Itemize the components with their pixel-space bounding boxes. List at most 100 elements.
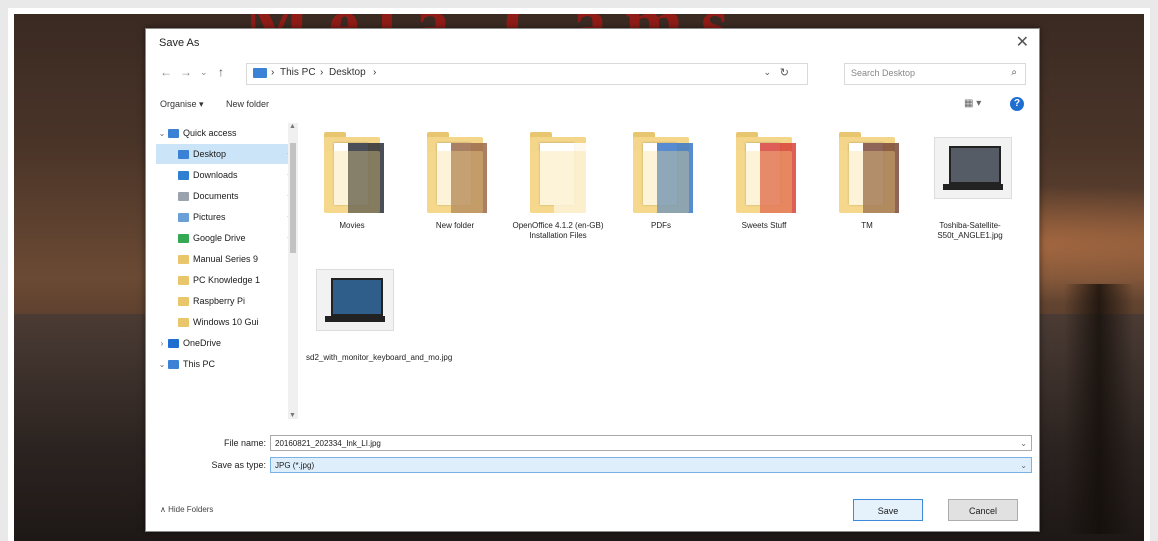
breadcrumb-separator: › — [271, 67, 275, 78]
file-item-tm[interactable]: TM — [821, 129, 913, 249]
nav-item-windows-10-gui[interactable]: Windows 10 Gui — [156, 312, 298, 332]
cancel-button[interactable]: Cancel — [948, 499, 1018, 521]
breadcrumb-separator: › — [373, 67, 377, 78]
address-bar[interactable]: › This PC › Desktop › ⌄ ↻ — [246, 63, 808, 85]
nav-item-this-pc[interactable]: ⌄ This PC — [156, 354, 288, 374]
this-pc-icon — [253, 68, 267, 78]
search-placeholder: Search Desktop — [851, 68, 916, 78]
file-item-label: OpenOffice 4.1.2 (en-GB) Installation Fi… — [512, 221, 604, 240]
file-item-new-folder[interactable]: New folder — [409, 129, 501, 249]
file-item-label: sd2_with_monitor_keyboard_and_mo.jpg — [306, 353, 453, 362]
chevron-up-icon: ∧ — [160, 505, 169, 514]
save-button[interactable]: Save — [853, 499, 923, 521]
navigation-scrollbar[interactable]: ▲ ▼ — [288, 123, 298, 419]
save-as-type-value: JPG (*.jpg) — [275, 461, 315, 470]
nav-item-label: Documents — [193, 191, 239, 201]
breadcrumb-desktop[interactable]: Desktop — [329, 67, 366, 78]
nav-item-quick-access[interactable]: ⌄ Quick access — [156, 123, 288, 143]
nav-item-label: Manual Series 9 — [193, 254, 259, 264]
file-name-value: 20160821_202334_Ink_LI.jpg — [275, 439, 381, 448]
dialog-title: Save As — [159, 37, 200, 49]
back-arrow-icon[interactable]: ← — [160, 65, 172, 79]
file-item-pdfs[interactable]: PDFs — [615, 129, 707, 249]
folder-icon — [178, 276, 189, 286]
nav-item-label: This PC — [183, 359, 216, 369]
navigation-pane: ⌄Quick accessDesktop⊸Downloads⊸Documents… — [156, 123, 298, 419]
nav-item-label: PC Knowledge 1 — [193, 275, 261, 285]
save-as-dialog: Save As ✕ ← → ⌄ ↑ › This PC › Desktop › … — [145, 28, 1040, 532]
folder-icon — [427, 132, 487, 213]
view-options-button[interactable]: ▦ ▾ — [964, 98, 981, 109]
expand-chevron-icon[interactable]: › — [156, 334, 168, 354]
nav-item-desktop[interactable]: Desktop⊸ — [156, 144, 298, 164]
forward-arrow-icon[interactable]: → — [180, 65, 192, 79]
title-bar: Save As ✕ — [146, 29, 1039, 59]
expand-chevron-icon[interactable]: ⌄ — [156, 124, 168, 144]
search-icon: ⌕ — [1011, 67, 1017, 78]
nav-item-pc-knowledge-1[interactable]: PC Knowledge 1 — [156, 270, 298, 290]
file-item-label: TM — [861, 221, 873, 230]
scroll-down-icon[interactable]: ▼ — [289, 412, 296, 419]
chevron-down-icon[interactable]: ⌄ — [1020, 458, 1027, 474]
help-icon[interactable]: ? — [1010, 97, 1024, 111]
file-item-label: Movies — [339, 221, 365, 230]
nav-item-google-drive[interactable]: Google Drive⊸ — [156, 228, 298, 248]
save-as-type-label: Save as type: — [211, 460, 266, 470]
folder-icon — [530, 132, 590, 213]
nav-item-manual-series-9[interactable]: Manual Series 9 — [156, 249, 298, 269]
file-item-label: Toshiba-Satellite-S50t_ANGLE1.jpg — [937, 221, 1003, 240]
image-thumbnail-icon — [316, 269, 394, 331]
file-item-movies[interactable]: Movies — [306, 129, 398, 249]
organise-button[interactable]: Organise ▾ — [160, 99, 204, 110]
command-bar: Organise ▾ New folder ▦ ▾ ? — [146, 93, 1039, 119]
chevron-down-icon[interactable]: ⌄ — [1020, 436, 1027, 452]
nav-item-label: OneDrive — [183, 338, 222, 348]
folder-icon — [736, 132, 796, 213]
file-item-label: New folder — [435, 221, 475, 230]
desktop-icon — [178, 150, 189, 160]
file-item-openoffice-4-1-2-en-gb-installation-file[interactable]: OpenOffice 4.1.2 (en-GB) Installation Fi… — [512, 129, 604, 249]
up-arrow-icon[interactable]: ↑ — [218, 65, 224, 79]
nav-item-label: Desktop — [193, 149, 227, 159]
file-name-input[interactable]: 20160821_202334_Ink_LI.jpg ⌄ — [270, 435, 1032, 451]
scrollbar-thumb[interactable] — [290, 143, 296, 253]
hide-folders-button[interactable]: ∧ Hide Folders — [160, 505, 213, 514]
nav-item-documents[interactable]: Documents⊸ — [156, 186, 298, 206]
document-icon — [178, 192, 189, 202]
nav-item-downloads[interactable]: Downloads⊸ — [156, 165, 298, 185]
nav-item-raspberry-pi[interactable]: Raspberry Pi — [156, 291, 298, 311]
chevron-down-icon[interactable]: ⌄ — [763, 67, 771, 78]
file-item-label: PDFs — [651, 221, 671, 230]
navigation-bar: ← → ⌄ ↑ › This PC › Desktop › ⌄ ↻ Search… — [146, 63, 1039, 87]
folder-icon — [324, 132, 384, 213]
folder-icon — [178, 318, 189, 328]
star-icon — [168, 129, 179, 139]
file-item-sd2-with-monitor-keyboard-and-mo-jpg[interactable]: sd2_with_monitor_keyboard_and_mo.jpg — [306, 261, 453, 381]
breadcrumb-separator: › — [320, 67, 324, 78]
google-drive-icon — [178, 234, 189, 244]
refresh-icon[interactable]: ↻ — [780, 66, 789, 79]
expand-chevron-icon[interactable]: ⌄ — [156, 355, 168, 375]
folder-icon — [633, 132, 693, 213]
nav-item-onedrive[interactable]: › OneDrive — [156, 333, 288, 353]
download-icon — [178, 171, 189, 181]
file-item-sweets-stuff[interactable]: Sweets Stuff — [718, 129, 810, 249]
computer-icon — [168, 360, 179, 370]
close-icon[interactable]: ✕ — [1016, 32, 1029, 52]
recent-locations-icon[interactable]: ⌄ — [200, 67, 208, 78]
folder-icon — [839, 132, 899, 213]
pictures-icon — [178, 213, 189, 223]
nav-item-pictures[interactable]: Pictures⊸ — [156, 207, 298, 227]
nav-item-label: Google Drive — [193, 233, 246, 243]
scroll-up-icon[interactable]: ▲ — [289, 123, 296, 130]
nav-item-label: Quick access — [183, 128, 237, 138]
search-box[interactable]: Search Desktop ⌕ — [844, 63, 1026, 85]
breadcrumb-this-pc[interactable]: This PC — [280, 67, 316, 78]
new-folder-button[interactable]: New folder — [226, 99, 269, 109]
file-list: Movies New folder OpenOffice 4.1.2 (en-GB)… — [306, 129, 1031, 419]
dialog-footer: ∧ Hide Folders Save Cancel — [146, 489, 1039, 531]
save-as-type-select[interactable]: JPG (*.jpg) ⌄ — [270, 457, 1032, 473]
image-thumbnail-icon — [934, 137, 1012, 199]
file-item-toshiba-satellite-s50t-angle1-jpg[interactable]: Toshiba-Satellite-S50t_ANGLE1.jpg — [924, 129, 1016, 249]
nav-item-label: Pictures — [193, 212, 226, 222]
